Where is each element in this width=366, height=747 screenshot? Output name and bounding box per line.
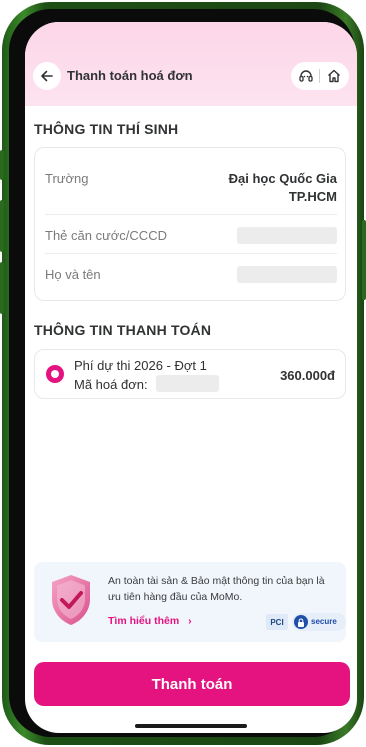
payment-item-card[interactable]: Phí dự thi 2026 - Đợt 1 Mã hoá đơn: 360.…: [34, 349, 346, 399]
page-title: Thanh toán hoá đơn: [67, 68, 193, 83]
school-row: Trường Đại học Quốc Gia TP.HCM: [45, 170, 337, 210]
name-label: Họ và tên: [45, 267, 101, 282]
school-value-line2: TP.HCM: [288, 189, 337, 204]
back-button[interactable]: [33, 62, 61, 90]
app-screen: Thanh toán hoá đơn THÔNG TIN THÍ SINH Tr: [25, 22, 357, 733]
row-divider: [45, 253, 337, 254]
name-row: Họ và tên: [45, 266, 337, 286]
name-value-masked: [237, 266, 337, 283]
chevron-right-icon: ›: [188, 615, 192, 627]
phone-power-button: [362, 220, 366, 300]
school-label: Trường: [45, 171, 89, 186]
candidate-info-card: Trường Đại học Quốc Gia TP.HCM Thẻ căn c…: [34, 147, 346, 301]
id-label: Thẻ căn cước/CCCD: [45, 228, 167, 243]
secure-badge: secure: [292, 613, 346, 631]
security-message: An toàn tài sản & Bảo mật thông tin của …: [108, 575, 325, 603]
payment-item-name: Phí dự thi 2026 - Đợt 1: [74, 358, 207, 373]
header-actions-divider: [319, 69, 321, 83]
id-row: Thẻ căn cước/CCCD: [45, 227, 337, 247]
payment-item-radio[interactable]: [46, 365, 64, 383]
home-icon: [328, 69, 341, 83]
home-indicator: [135, 724, 247, 728]
shield-check-icon: [52, 575, 90, 625]
arrow-left-icon: [41, 70, 53, 82]
payment-section-title: THÔNG TIN THANH TOÁN: [34, 322, 212, 338]
app-header: Thanh toán hoá đơn: [25, 22, 357, 106]
pci-dss-badge: PCI: [266, 614, 288, 630]
invoice-code-label: Mã hoá đơn:: [74, 377, 148, 392]
security-banner: An toàn tài sản & Bảo mật thông tin của …: [34, 562, 346, 642]
lock-icon: [294, 615, 308, 629]
candidate-section-title: THÔNG TIN THÍ SINH: [34, 121, 179, 137]
id-value-masked: [237, 227, 337, 244]
school-value-line1: Đại học Quốc Gia: [228, 171, 337, 186]
secure-badge-label: secure: [311, 617, 337, 626]
support-button[interactable]: [298, 68, 314, 84]
payment-amount: 360.000đ: [280, 368, 335, 383]
header-actions: [291, 62, 349, 90]
home-button[interactable]: [326, 68, 342, 84]
phone-side-button: [0, 150, 4, 180]
phone-volume-down: [0, 262, 4, 314]
learn-more-link[interactable]: Tìm hiểu thêm ›: [108, 615, 192, 627]
pay-button[interactable]: Thanh toán: [34, 662, 350, 706]
phone-volume-up: [0, 200, 4, 252]
row-divider: [45, 214, 337, 215]
headset-icon: [299, 70, 313, 82]
radio-selected-dot: [51, 370, 59, 378]
school-value: Đại học Quốc Gia TP.HCM: [229, 170, 337, 206]
invoice-code-masked: [156, 375, 219, 392]
learn-more-label: Tìm hiểu thêm: [108, 615, 180, 627]
